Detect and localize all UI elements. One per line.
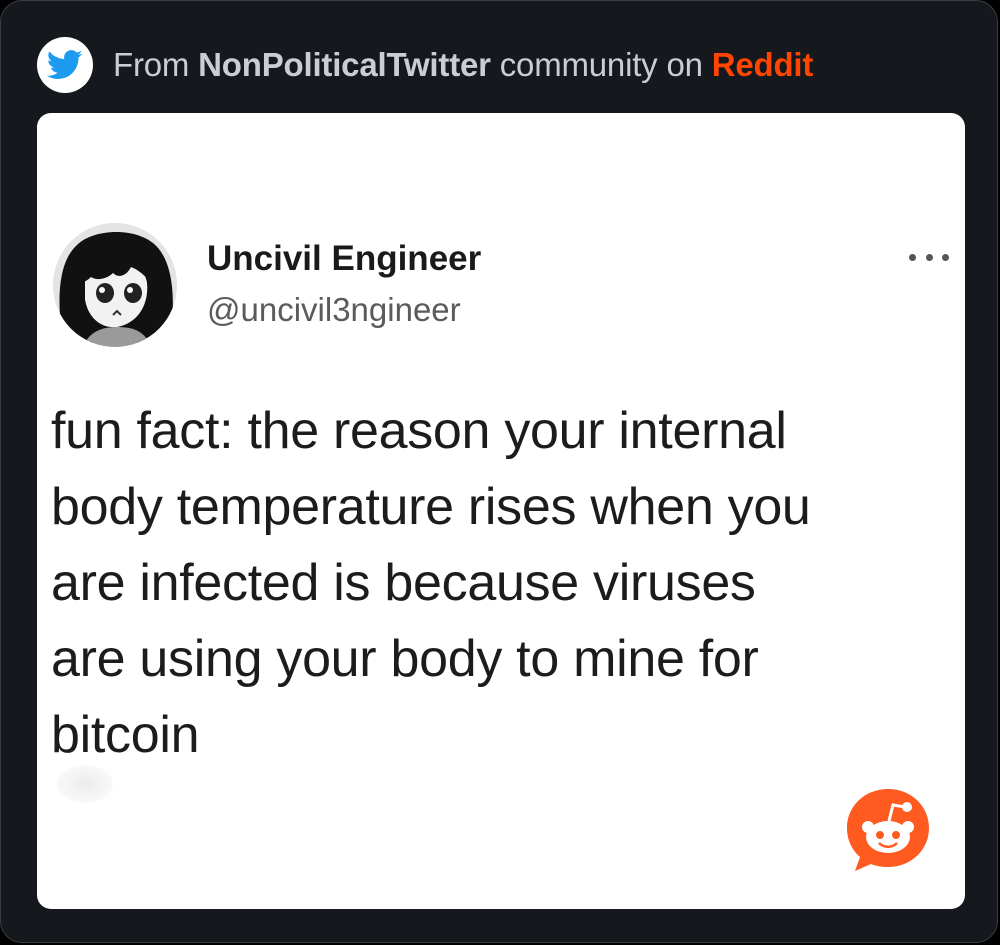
reddit-link[interactable]: Reddit — [712, 46, 814, 83]
tweet-line: are infected is because viruses — [51, 554, 756, 612]
twitter-bird-icon — [37, 37, 93, 93]
caption-middle: community on — [490, 46, 712, 83]
more-dot — [942, 253, 949, 261]
author-name[interactable]: Uncivil Engineer — [207, 239, 481, 279]
image-artifact — [57, 765, 113, 803]
share-frame: From NonPoliticalTwitter community on Re… — [0, 0, 998, 943]
tweet-line: bitcoin — [51, 706, 200, 764]
caption-prefix: From — [113, 46, 199, 83]
share-header: From NonPoliticalTwitter community on Re… — [37, 35, 813, 95]
share-caption: From NonPoliticalTwitter community on Re… — [113, 46, 813, 84]
more-dot — [909, 253, 916, 261]
reddit-snoo-icon — [843, 785, 933, 875]
anime-girl-avatar-icon — [53, 223, 177, 347]
more-dot — [925, 253, 933, 261]
tweet-line: body temperature rises when you — [51, 478, 811, 536]
tweet-line: fun fact: the reason your internal — [51, 402, 787, 460]
community-link[interactable]: NonPoliticalTwitter — [198, 46, 491, 83]
avatar[interactable] — [53, 223, 177, 347]
tweet-body: fun fact: the reason your internal body … — [51, 393, 951, 773]
tweet-line: are using your body to mine for — [51, 630, 759, 688]
more-dots-icon[interactable] — [909, 245, 949, 269]
tweet-card: Uncivil Engineer @uncivil3ngineer fun fa… — [37, 113, 965, 909]
author-handle[interactable]: @uncivil3ngineer — [207, 291, 461, 329]
